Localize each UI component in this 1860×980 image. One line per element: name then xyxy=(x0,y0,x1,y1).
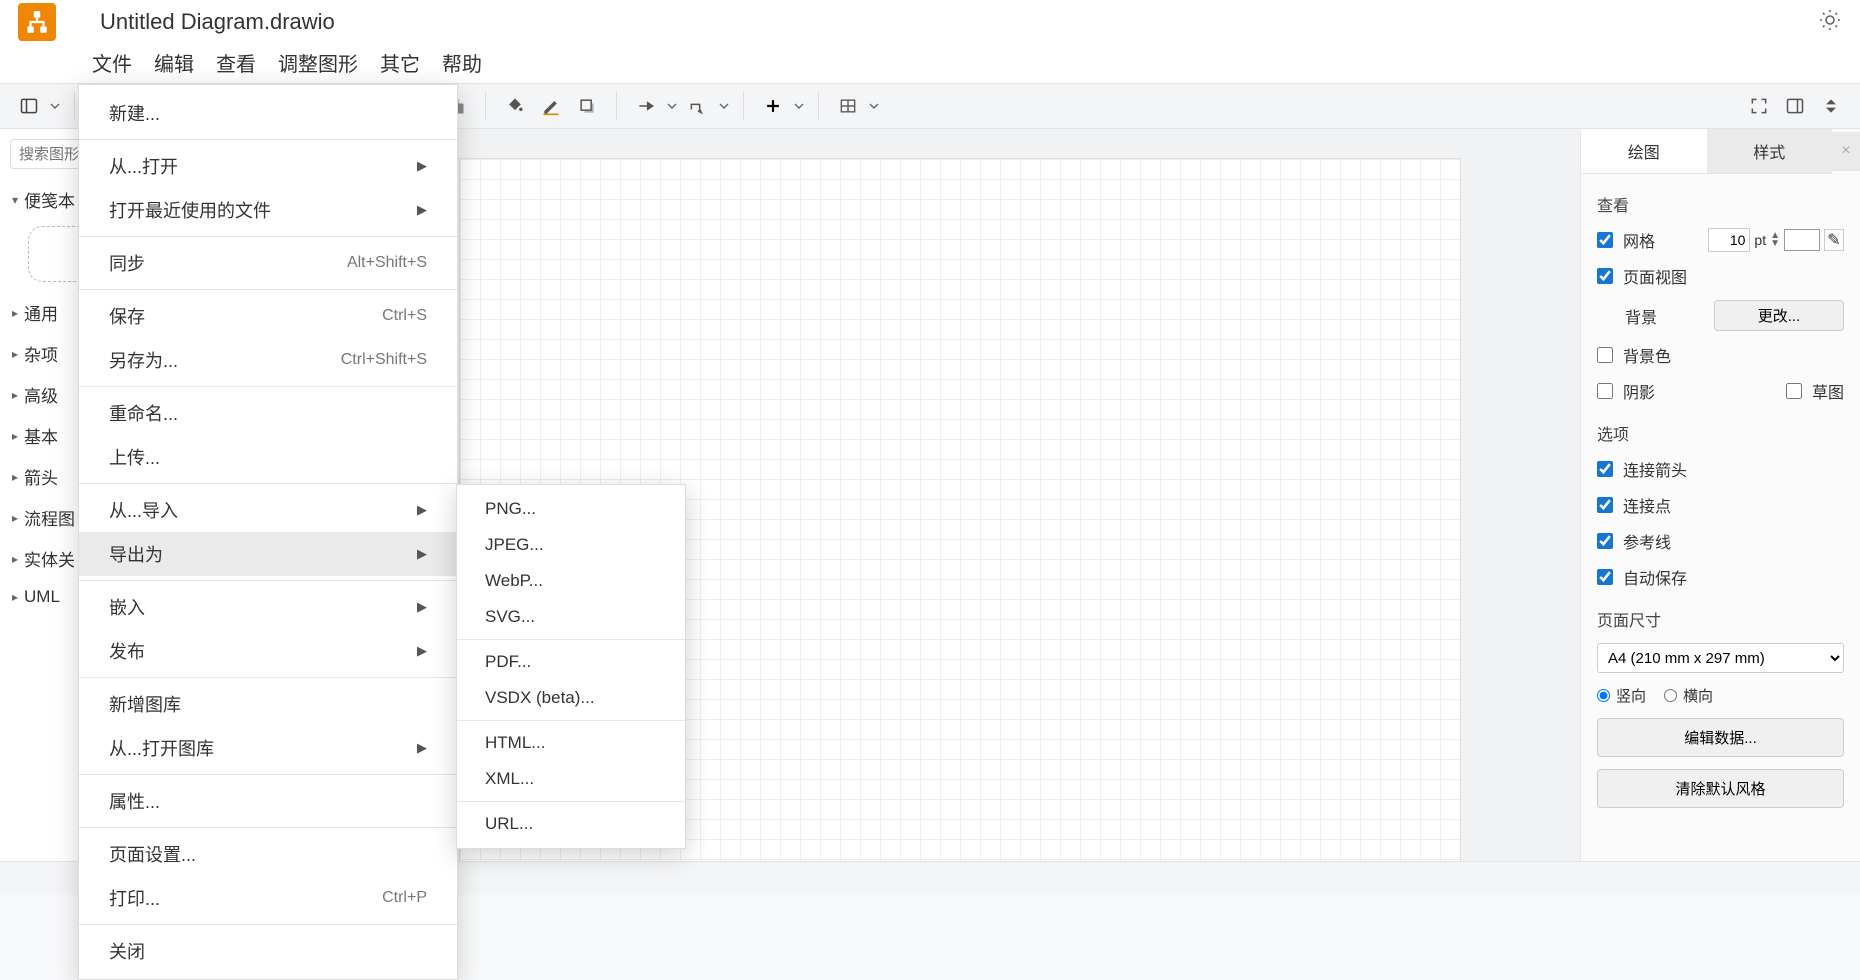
export-item[interactable]: URL... xyxy=(457,806,685,842)
menu-item[interactable]: 打印...Ctrl+P xyxy=(79,876,457,920)
section-options: 选项 xyxy=(1597,421,1844,445)
menu-item[interactable]: 新增图库 xyxy=(79,682,457,726)
menu-help[interactable]: 帮助 xyxy=(442,48,482,77)
menu-file[interactable]: 文件 xyxy=(92,48,132,77)
menu-view[interactable]: 查看 xyxy=(216,48,256,77)
format-panel-icon[interactable] xyxy=(1780,91,1810,121)
connection-icon[interactable] xyxy=(631,91,661,121)
grid-size-input[interactable] xyxy=(1708,228,1750,252)
export-item[interactable]: PDF... xyxy=(457,644,685,680)
export-item[interactable]: VSDX (beta)... xyxy=(457,680,685,716)
page-view-checkbox[interactable] xyxy=(1597,268,1613,284)
menu-item[interactable]: 重命名... xyxy=(79,391,457,435)
conn-points-label: 连接点 xyxy=(1623,493,1671,517)
menu-extras[interactable]: 其它 xyxy=(380,48,420,77)
grid-checkbox[interactable] xyxy=(1597,232,1613,248)
conn-arrows-label: 连接箭头 xyxy=(1623,457,1687,481)
caret-down-icon[interactable] xyxy=(667,101,677,111)
shadow-icon[interactable] xyxy=(572,91,602,121)
menu-item[interactable]: 发布▶ xyxy=(79,629,457,673)
menu-edit[interactable]: 编辑 xyxy=(154,48,194,77)
bgcolor-label: 背景色 xyxy=(1623,343,1671,367)
document-title[interactable]: Untitled Diagram.drawio xyxy=(100,9,335,35)
export-item[interactable]: SVG... xyxy=(457,599,685,635)
grid-unit: pt xyxy=(1754,232,1766,248)
edit-data-button[interactable]: 编辑数据... xyxy=(1597,718,1844,757)
section-view: 查看 xyxy=(1597,192,1844,216)
menu-item[interactable]: 打开最近使用的文件▶ xyxy=(79,188,457,232)
close-panel-icon[interactable]: × xyxy=(1832,132,1860,171)
grid-label: 网格 xyxy=(1623,228,1655,252)
shadow-label: 阴影 xyxy=(1623,379,1655,403)
portrait-radio[interactable] xyxy=(1597,689,1610,702)
conn-points-checkbox[interactable] xyxy=(1597,497,1613,513)
conn-arrows-checkbox[interactable] xyxy=(1597,461,1613,477)
menu-item[interactable]: 新建... xyxy=(79,91,457,135)
grid-color-swatch[interactable] xyxy=(1784,229,1820,251)
fullscreen-icon[interactable] xyxy=(1744,91,1774,121)
caret-down-icon[interactable] xyxy=(794,101,804,111)
menubar: 文件 编辑 查看 调整图形 其它 帮助 xyxy=(0,44,1860,83)
export-item[interactable]: XML... xyxy=(457,761,685,797)
menu-item[interactable]: 另存为...Ctrl+Shift+S xyxy=(79,338,457,382)
menu-item[interactable]: 同步Alt+Shift+S xyxy=(79,241,457,285)
autosave-checkbox[interactable] xyxy=(1597,569,1613,585)
menu-item[interactable]: 属性... xyxy=(79,779,457,823)
fill-color-icon[interactable] xyxy=(500,91,530,121)
export-item[interactable]: JPEG... xyxy=(457,527,685,563)
clear-style-button[interactable]: 清除默认风格 xyxy=(1597,769,1844,808)
section-pagesize: 页面尺寸 xyxy=(1597,607,1844,631)
export-item[interactable]: WebP... xyxy=(457,563,685,599)
portrait-label: 竖向 xyxy=(1616,685,1646,706)
guides-checkbox[interactable] xyxy=(1597,533,1613,549)
table-icon[interactable] xyxy=(833,91,863,121)
file-menu: 新建... 从...打开▶打开最近使用的文件▶ 同步Alt+Shift+S 保存Ctr… xyxy=(78,84,458,980)
edit-grid-color-icon[interactable]: ✎ xyxy=(1824,229,1844,251)
sidebar-toggle-icon[interactable] xyxy=(14,91,44,121)
menu-item[interactable]: 导出为▶ xyxy=(79,532,457,576)
export-item[interactable]: PNG... xyxy=(457,491,685,527)
page-view-label: 页面视图 xyxy=(1623,264,1687,288)
menu-item[interactable]: 从...打开图库▶ xyxy=(79,726,457,770)
landscape-label: 横向 xyxy=(1683,685,1713,706)
theme-icon[interactable] xyxy=(1818,8,1842,37)
change-background-button[interactable]: 更改... xyxy=(1714,300,1844,331)
export-item[interactable]: HTML... xyxy=(457,725,685,761)
collapse-icon[interactable] xyxy=(1816,91,1846,121)
grid-stepper[interactable]: ▲▼ xyxy=(1770,232,1780,248)
line-color-icon[interactable] xyxy=(536,91,566,121)
menu-item[interactable]: 上传... xyxy=(79,435,457,479)
caret-down-icon[interactable] xyxy=(50,101,60,111)
tab-diagram[interactable]: 绘图 xyxy=(1581,129,1707,174)
landscape-radio[interactable] xyxy=(1664,689,1677,702)
app-logo[interactable] xyxy=(18,3,56,41)
menu-item[interactable]: 保存Ctrl+S xyxy=(79,294,457,338)
format-panel: 绘图 样式 × 查看 网格 pt ▲▼ ✎ 页面视图 背景 更改... 背景 xyxy=(1580,129,1860,866)
sketch-label: 草图 xyxy=(1812,379,1844,403)
export-submenu: PNG...JPEG...WebP...SVG... PDF...VSDX (be… xyxy=(456,484,686,849)
background-label: 背景 xyxy=(1597,304,1657,328)
autosave-label: 自动保存 xyxy=(1623,565,1687,589)
menu-item[interactable]: 嵌入▶ xyxy=(79,585,457,629)
caret-down-icon[interactable] xyxy=(719,101,729,111)
insert-icon[interactable] xyxy=(758,91,788,121)
bgcolor-checkbox[interactable] xyxy=(1597,347,1613,363)
waypoint-icon[interactable] xyxy=(683,91,713,121)
page-size-select[interactable]: A4 (210 mm x 297 mm) xyxy=(1597,643,1844,673)
tab-style[interactable]: 样式 xyxy=(1707,129,1833,174)
menu-item[interactable]: 关闭 xyxy=(79,929,457,973)
guides-label: 参考线 xyxy=(1623,529,1671,553)
menu-item[interactable]: 从...导入▶ xyxy=(79,488,457,532)
menu-item[interactable]: 从...打开▶ xyxy=(79,144,457,188)
shadow-checkbox[interactable] xyxy=(1597,383,1613,399)
menu-arrange[interactable]: 调整图形 xyxy=(278,48,358,77)
menu-item[interactable]: 页面设置... xyxy=(79,832,457,876)
caret-down-icon[interactable] xyxy=(869,101,879,111)
sketch-checkbox[interactable] xyxy=(1786,383,1802,399)
